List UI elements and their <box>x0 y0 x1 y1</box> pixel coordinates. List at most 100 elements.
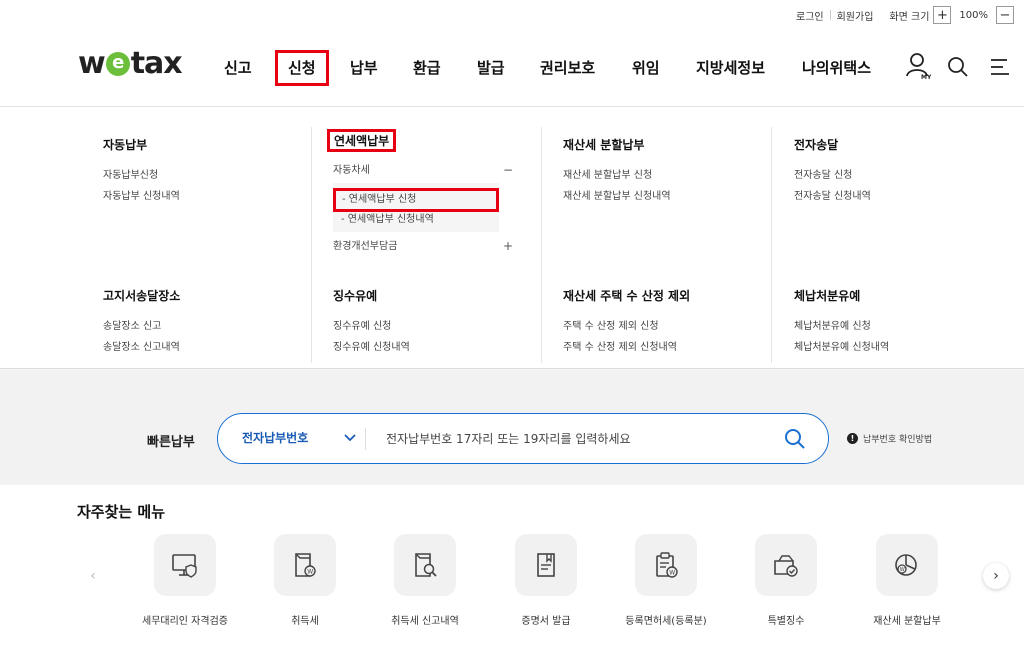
nav-local-tax-info[interactable]: 지방세정보 <box>696 50 765 86</box>
menu-link[interactable]: 송달장소 신고 <box>103 316 180 337</box>
nav-rights[interactable]: 권리보호 <box>540 50 595 86</box>
signup-link[interactable]: 회원가입 <box>831 8 880 23</box>
payment-type-select[interactable]: 전자납부번호 <box>242 414 308 463</box>
carousel-next-button[interactable]: › <box>983 563 1009 589</box>
menu-group-annual-payment: 연세액납부 자동차세 − - 연세액납부 신청 - 연세액납부 신청내역 환경개… <box>327 129 513 257</box>
submenu-link-annual-history[interactable]: - 연세액납부 신청내역 <box>341 212 499 228</box>
nav-delegation[interactable]: 위임 <box>632 50 660 86</box>
menu-link[interactable]: 송달장소 신고내역 <box>103 337 180 358</box>
menu-link[interactable]: 체납처분유예 신청 <box>794 316 889 337</box>
expand-icon: + <box>502 239 513 253</box>
favorite-item[interactable]: W 재산세 분할납부 <box>847 534 967 627</box>
my-page-icon[interactable]: MY <box>905 52 931 80</box>
clipboard-coin-icon: W <box>635 534 697 596</box>
logo-e: e <box>105 51 130 76</box>
menu-link[interactable]: 주택 수 산정 제외 신청내역 <box>563 337 690 358</box>
logo-w: w <box>78 46 106 81</box>
menu-link[interactable]: 자동납부 신청내역 <box>103 186 180 207</box>
group-title[interactable]: 자동납부 <box>103 136 180 153</box>
menu-group-delivery-address: 고지서송달장소 송달장소 신고 송달장소 신고내역 <box>103 287 180 358</box>
menu-link[interactable]: 징수유예 신청내역 <box>333 337 410 358</box>
divider <box>771 127 772 363</box>
menu-group-auto-pay: 자동납부 자동납부신청 자동납부 신청내역 <box>103 136 180 207</box>
logo-tax: tax <box>130 46 183 81</box>
favorite-label: 증명서 발급 <box>521 616 571 627</box>
payment-number-input[interactable] <box>386 428 766 450</box>
menu-expander-car-tax[interactable]: 자동차세 − <box>333 160 513 181</box>
document-coin-icon: W <box>274 534 336 596</box>
menu-link[interactable]: 체납처분유예 신청내역 <box>794 337 889 358</box>
nav-my-wetax[interactable]: 나의위택스 <box>802 50 871 86</box>
nav-report[interactable]: 신고 <box>224 50 252 86</box>
menu-link[interactable]: 전자송달 신청 <box>794 165 871 186</box>
favorite-label: 취득세 <box>291 616 319 627</box>
favorite-item[interactable]: W 취득세 <box>245 534 365 627</box>
nav-pay[interactable]: 납부 <box>350 50 378 86</box>
svg-text:W: W <box>669 570 675 577</box>
group-title[interactable]: 재산세 분할납부 <box>563 136 671 153</box>
menu-link[interactable]: 전자송달 신청내역 <box>794 186 871 207</box>
favorite-item[interactable]: 취득세 신고내역 <box>365 534 485 627</box>
menu-link[interactable]: 재산세 분할납부 신청 <box>563 165 671 186</box>
login-link[interactable]: 로그인 <box>790 8 830 23</box>
utility-bar: 로그인 회원가입 화면 크기 + 100% − <box>790 6 1014 24</box>
nav-refund[interactable]: 환급 <box>413 50 441 86</box>
menu-link[interactable]: 재산세 분할납부 신청내역 <box>563 186 671 207</box>
group-title[interactable]: 체납처분유예 <box>794 287 889 304</box>
menu-link[interactable]: 자동납부신청 <box>103 165 180 186</box>
svg-text:MY: MY <box>921 74 931 80</box>
zoom-value: 100% <box>959 9 988 21</box>
submenu: - 연세액납부 신청 - 연세액납부 신청내역 <box>333 183 499 232</box>
zoom-in-button[interactable]: + <box>933 6 952 24</box>
zoom-label: 화면 크기 <box>889 11 930 23</box>
group-title[interactable]: 징수유예 <box>333 287 410 304</box>
menu-link[interactable]: 주택 수 산정 제외 신청 <box>563 316 690 337</box>
nav-issue[interactable]: 발급 <box>477 50 505 86</box>
svg-text:W: W <box>307 569 313 576</box>
divider <box>541 127 542 363</box>
chevron-down-icon[interactable] <box>344 432 356 444</box>
group-title[interactable]: 전자송달 <box>794 136 871 153</box>
menu-group-e-delivery: 전자송달 전자송달 신청 전자송달 신청내역 <box>794 136 871 207</box>
favorite-item[interactable]: W 등록면허세(등록분) <box>606 534 726 627</box>
menu-link[interactable]: 징수유예 신청 <box>333 316 410 337</box>
favorites-title: 자주찾는 메뉴 <box>77 503 166 521</box>
menu-icon[interactable] <box>989 58 1011 76</box>
favorite-item[interactable]: 증명서 발급 <box>486 534 606 627</box>
menu-link: 환경개선부담금 <box>333 241 398 252</box>
carousel-prev-button[interactable]: ‹ <box>80 563 106 589</box>
search-icon[interactable] <box>947 56 969 78</box>
favorite-item[interactable]: 세무대리인 자격검증 <box>125 534 245 627</box>
favorite-label: 등록면허세(등록분) <box>625 616 707 627</box>
zoom-out-button[interactable]: − <box>996 6 1014 24</box>
wetax-logo[interactable]: w e tax <box>78 46 183 81</box>
collapse-icon: − <box>502 163 513 177</box>
tray-check-icon <box>755 534 817 596</box>
info-icon: ! <box>847 433 858 444</box>
menu-expander-environment[interactable]: 환경개선부담금 + <box>333 236 513 257</box>
quick-pay-box: 전자납부번호 <box>217 413 829 464</box>
group-title[interactable]: 고지서송달장소 <box>103 287 180 304</box>
help-label: 납부번호 확인방법 <box>863 435 933 445</box>
menu-link: 자동차세 <box>333 165 370 176</box>
group-title[interactable]: 연세액납부 <box>327 129 397 152</box>
menu-group-arrears-deferral: 체납처분유예 체납처분유예 신청 체납처분유예 신청내역 <box>794 287 889 358</box>
payment-number-help-link[interactable]: ! 납부번호 확인방법 <box>847 432 932 445</box>
favorite-label: 특별징수 <box>767 616 805 627</box>
pie-coin-icon: W <box>876 534 938 596</box>
menu-group-housing-exclusion: 재산세 주택 수 산정 제외 주택 수 산정 제외 신청 주택 수 산정 제외 … <box>563 287 690 358</box>
nav-apply[interactable]: 신청 <box>275 50 329 86</box>
search-icon[interactable] <box>784 428 806 450</box>
submenu-link-annual-apply[interactable]: - 연세액납부 신청 <box>333 188 499 212</box>
quick-pay-label: 빠른납부 <box>147 435 195 450</box>
favorite-item[interactable]: 특별징수 <box>726 534 846 627</box>
monitor-shield-icon <box>154 534 216 596</box>
divider <box>365 428 366 450</box>
favorite-label: 세무대리인 자격검증 <box>142 616 228 627</box>
favorite-label: 취득세 신고내역 <box>391 616 459 627</box>
menu-group-collection-deferral: 징수유예 징수유예 신청 징수유예 신청내역 <box>333 287 410 358</box>
group-title[interactable]: 재산세 주택 수 산정 제외 <box>563 287 690 304</box>
document-search-icon <box>394 534 456 596</box>
certificate-icon <box>515 534 577 596</box>
menu-group-property-installment: 재산세 분할납부 재산세 분할납부 신청 재산세 분할납부 신청내역 <box>563 136 671 207</box>
